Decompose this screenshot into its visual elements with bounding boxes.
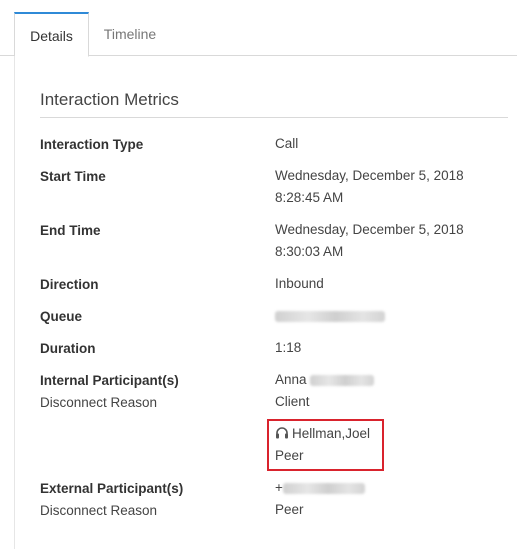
external-participant-prefix: + <box>275 480 283 495</box>
end-time-time: 8:30:03 AM <box>275 244 344 259</box>
section-divider <box>40 117 508 118</box>
tab-bar: Details Timeline <box>0 0 517 57</box>
duration-value: 1:18 <box>275 340 302 355</box>
redacted-queue <box>275 310 385 322</box>
start-time-label: Start Time <box>40 169 106 184</box>
content-border <box>14 56 15 549</box>
internal-participant-1: Anna <box>275 369 375 391</box>
interaction-type-label: Interaction Type <box>40 137 144 152</box>
queue-value <box>275 305 385 327</box>
interaction-type-value: Call <box>275 136 299 151</box>
start-time-date: Wednesday, December 5, 2018 <box>275 168 464 183</box>
external-participants-label: External Participant(s) <box>40 481 184 496</box>
external-participant: + <box>275 477 365 499</box>
highlight-box <box>267 419 384 471</box>
direction-label: Direction <box>40 277 99 292</box>
section-title: Interaction Metrics <box>40 90 179 109</box>
end-time-label: End Time <box>40 223 101 238</box>
external-disconnect-label: Disconnect Reason <box>40 503 158 518</box>
duration-label: Duration <box>40 341 96 356</box>
queue-label: Queue <box>40 309 83 324</box>
tab-details[interactable]: Details <box>14 12 89 57</box>
redacted-phone-number <box>282 482 365 494</box>
redacted-surname <box>310 374 375 386</box>
start-time-time: 8:28:45 AM <box>275 190 344 205</box>
internal-participant-1-name: Anna <box>275 372 307 387</box>
internal-participants-label: Internal Participant(s) <box>40 373 179 388</box>
external-participant-reason: Peer <box>275 502 304 517</box>
tab-timeline[interactable]: Timeline <box>90 12 170 56</box>
end-time-date: Wednesday, December 5, 2018 <box>275 222 464 237</box>
direction-value: Inbound <box>275 276 324 291</box>
internal-disconnect-label: Disconnect Reason <box>40 395 158 410</box>
internal-participant-1-reason: Client <box>275 394 310 409</box>
